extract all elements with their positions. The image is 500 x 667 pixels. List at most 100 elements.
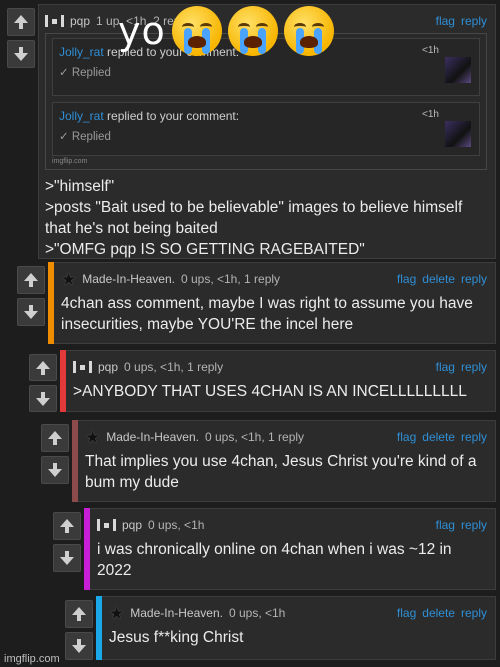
- notification-thumbnail: [445, 57, 471, 83]
- upvote-button[interactable]: [41, 424, 69, 452]
- comment-text: That implies you use 4chan, Jesus Christ…: [85, 453, 477, 491]
- comment-2: ★ Made-In-Heaven. 0 ups, <1h, 1 reply fl…: [14, 262, 496, 344]
- user-avatar-icon: [45, 15, 64, 27]
- vote-column: [50, 508, 84, 590]
- arrow-up-icon: [48, 431, 62, 445]
- embed-watermark: imgflip.com: [52, 158, 88, 165]
- arrow-up-icon: [60, 519, 74, 533]
- reply-link[interactable]: reply: [461, 606, 487, 620]
- username[interactable]: Made-In-Heaven.: [130, 606, 223, 620]
- arrow-down-icon: [36, 391, 50, 406]
- star-icon: ★: [61, 269, 77, 289]
- notification-status: ✓ Replied: [59, 67, 111, 79]
- upvote-button[interactable]: [65, 600, 93, 628]
- upvote-button[interactable]: [17, 266, 45, 294]
- comment-actions: flag reply: [436, 14, 487, 28]
- upvote-button[interactable]: [7, 8, 35, 36]
- thread-bar: [96, 596, 102, 660]
- star-icon: ★: [109, 603, 125, 623]
- username[interactable]: pqp: [70, 14, 90, 28]
- thread-bar: [48, 262, 54, 344]
- comment-meta: ★ Made-In-Heaven. 0 ups, <1h, 1 reply fl…: [61, 269, 487, 289]
- downvote-button[interactable]: [65, 632, 93, 660]
- loudly-crying-face-icon: [227, 6, 278, 56]
- notification-time: <1h: [422, 109, 439, 120]
- notification-text: replied to your comment:: [103, 109, 240, 123]
- imgflip-watermark: imgflip.com: [4, 653, 60, 665]
- thread-bar: [84, 508, 90, 590]
- arrow-up-icon: [36, 360, 50, 375]
- comment-meta: pqp 0 ups, <1h flag reply: [97, 515, 487, 535]
- caption-overlay: yo: [118, 6, 334, 56]
- vote-column: [62, 596, 96, 660]
- comment-3: pqp 0 ups, <1h, 1 reply flag reply >ANYB…: [26, 350, 496, 412]
- notification-user: Jolly_rat: [59, 45, 104, 59]
- username[interactable]: pqp: [122, 518, 142, 532]
- vote-column: [14, 262, 48, 344]
- comment-5: pqp 0 ups, <1h flag reply i was chronica…: [50, 508, 496, 590]
- upvote-button[interactable]: [53, 512, 81, 540]
- comment-stats: 0 ups, <1h, 1 reply: [204, 430, 305, 444]
- comment-stats: 0 ups, <1h: [228, 606, 286, 620]
- comment-actions: flag delete reply: [397, 430, 487, 444]
- comment-card: pqp 0 ups, <1h, 1 reply flag reply >ANYB…: [60, 350, 496, 412]
- downvote-button[interactable]: [41, 456, 69, 484]
- comment-stats: 0 ups, <1h, 1 reply: [180, 272, 281, 286]
- comment-actions: flag delete reply: [397, 272, 487, 286]
- loudly-crying-face-icon: [171, 6, 222, 56]
- username[interactable]: pqp: [98, 360, 118, 374]
- reply-link[interactable]: reply: [461, 14, 487, 28]
- flag-link[interactable]: flag: [436, 360, 455, 374]
- notification-user: Jolly_rat: [59, 109, 104, 123]
- comment-4: ★ Made-In-Heaven. 0 ups, <1h, 1 reply fl…: [38, 420, 496, 502]
- vote-column: [26, 350, 60, 412]
- username[interactable]: Made-In-Heaven.: [82, 272, 175, 286]
- downvote-button[interactable]: [53, 544, 81, 572]
- flag-link[interactable]: flag: [397, 606, 416, 620]
- comment-stats: 0 ups, <1h: [148, 518, 205, 532]
- reply-link[interactable]: reply: [461, 272, 487, 286]
- notification-time: <1h: [422, 45, 439, 56]
- downvote-button[interactable]: [17, 298, 45, 326]
- vote-column: [4, 4, 38, 259]
- comment-text: Jesus f**king Christ: [109, 629, 244, 646]
- delete-link[interactable]: delete: [422, 430, 455, 444]
- arrow-down-icon: [24, 305, 38, 319]
- username[interactable]: Made-In-Heaven.: [106, 430, 199, 444]
- arrow-up-icon: [14, 15, 28, 29]
- flag-link[interactable]: flag: [436, 14, 455, 28]
- star-icon: ★: [85, 427, 101, 447]
- delete-link[interactable]: delete: [422, 606, 455, 620]
- comment-stats: 0 ups, <1h, 1 reply: [124, 360, 224, 374]
- reply-link[interactable]: reply: [461, 430, 487, 444]
- arrow-down-icon: [48, 463, 62, 477]
- reply-link[interactable]: reply: [461, 518, 487, 532]
- notification-status: ✓ Replied: [59, 131, 111, 143]
- caption-text: yo: [118, 9, 166, 53]
- comment-card: ★ Made-In-Heaven. 0 ups, <1h, 1 reply fl…: [72, 420, 496, 502]
- flag-link[interactable]: flag: [436, 518, 455, 532]
- vote-column: [38, 420, 72, 502]
- delete-link[interactable]: delete: [422, 272, 455, 286]
- comment-actions: flag delete reply: [397, 606, 487, 620]
- reply-link[interactable]: reply: [461, 360, 487, 374]
- downvote-button[interactable]: [7, 40, 35, 68]
- comment-meta: ★ Made-In-Heaven. 0 ups, <1h, 1 reply fl…: [85, 427, 487, 447]
- arrow-down-icon: [60, 551, 74, 565]
- thread-bar: [72, 420, 78, 502]
- comment-text: 4chan ass comment, maybe I was right to …: [61, 295, 473, 333]
- downvote-button[interactable]: [29, 385, 57, 412]
- comment-actions: flag reply: [436, 360, 487, 374]
- comment-meta: pqp 0 ups, <1h, 1 reply flag reply: [73, 357, 487, 377]
- flag-link[interactable]: flag: [397, 430, 416, 444]
- user-avatar-icon: [73, 361, 92, 373]
- loudly-crying-face-icon: [283, 6, 334, 56]
- flag-link[interactable]: flag: [397, 272, 416, 286]
- comment-meta: ★ Made-In-Heaven. 0 ups, <1h flag delete…: [109, 603, 487, 623]
- user-avatar-icon: [97, 519, 116, 531]
- arrow-down-icon: [72, 639, 86, 653]
- comment-card: pqp 0 ups, <1h flag reply i was chronica…: [84, 508, 496, 590]
- comment-card: ★ Made-In-Heaven. 0 ups, <1h flag delete…: [96, 596, 496, 660]
- notification-row: Jolly_rat replied to your comment: ✓ Rep…: [52, 102, 480, 156]
- upvote-button[interactable]: [29, 354, 57, 381]
